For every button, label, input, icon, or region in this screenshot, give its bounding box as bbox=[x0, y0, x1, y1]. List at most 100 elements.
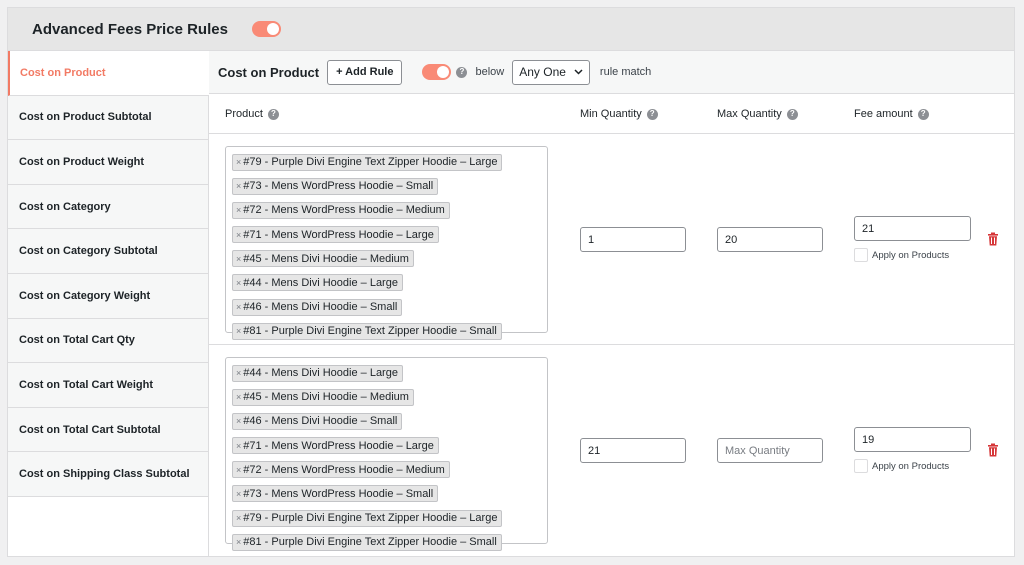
column-label: Fee amount bbox=[854, 108, 913, 120]
fee-amount-input[interactable]: 21 bbox=[854, 216, 971, 241]
product-tag[interactable]: × #71 - Mens WordPress Hoodie – Large bbox=[232, 226, 439, 244]
sidebar-item-label: Cost on Category Subtotal bbox=[19, 245, 158, 258]
rules-main: Cost on Product + Add Rule ? below Any O… bbox=[209, 51, 1014, 556]
max-quantity-input[interactable]: Max Quantity bbox=[717, 438, 823, 463]
sidebar-filler bbox=[8, 497, 209, 556]
page-title: Advanced Fees Price Rules bbox=[32, 20, 228, 38]
fee-amount-input[interactable]: 19 bbox=[854, 427, 971, 452]
product-tag-label: #81 - Purple Divi Engine Text Zipper Hoo… bbox=[243, 325, 497, 338]
sidebar-item-cost-on-total-cart-subtotal[interactable]: Cost on Total Cart Subtotal bbox=[8, 407, 209, 453]
sidebar-item-label: Cost on Product Weight bbox=[19, 155, 145, 168]
product-select[interactable]: × #44 - Mens Divi Hoodie – Large × #45 - M… bbox=[225, 357, 548, 551]
product-tag-label: #72 - Mens WordPress Hoodie – Medium bbox=[243, 204, 445, 217]
product-tag[interactable]: × #72 - Mens WordPress Hoodie – Medium bbox=[232, 201, 450, 219]
rule-match-toggle[interactable] bbox=[422, 64, 452, 80]
product-tag[interactable]: × #79 - Purple Divi Engine Text Zipper Ho… bbox=[232, 153, 503, 171]
remove-icon[interactable]: × bbox=[236, 392, 241, 402]
trash-icon[interactable] bbox=[986, 232, 1000, 246]
remove-icon[interactable]: × bbox=[236, 254, 241, 264]
column-min-qty: Min Quantity? bbox=[580, 108, 658, 120]
product-tag-label: #79 - Purple Divi Engine Text Zipper Hoo… bbox=[243, 512, 498, 525]
remove-icon[interactable]: × bbox=[236, 302, 241, 312]
sidebar-item-cost-on-shipping-class-subtotal[interactable]: Cost on Shipping Class Subtotal bbox=[8, 452, 209, 497]
rule-match-label: rule match bbox=[599, 66, 652, 78]
remove-icon[interactable]: × bbox=[236, 278, 241, 288]
product-tag[interactable]: × #45 - Mens Divi Hoodie – Medium bbox=[232, 250, 414, 268]
max-quantity-input[interactable]: 20 bbox=[717, 227, 823, 252]
product-tag-label: #81 - Purple Divi Engine Text Zipper Hoo… bbox=[243, 536, 497, 549]
checkbox[interactable] bbox=[854, 459, 868, 473]
product-tag-label: #45 - Mens Divi Hoodie – Medium bbox=[243, 391, 409, 404]
rule-match-select[interactable]: Any One bbox=[512, 59, 590, 85]
product-tag[interactable]: × #73 - Mens WordPress Hoodie – Small bbox=[232, 485, 439, 503]
remove-icon[interactable]: × bbox=[236, 441, 241, 451]
product-tag[interactable]: × #45 - Mens Divi Hoodie – Medium bbox=[232, 388, 414, 406]
sidebar-item-cost-on-product[interactable]: Cost on Product bbox=[8, 51, 209, 96]
column-fee: Fee amount? bbox=[854, 108, 929, 120]
product-tag[interactable]: × #46 - Mens Divi Hoodie – Small bbox=[232, 298, 403, 316]
help-icon[interactable]: ? bbox=[267, 108, 279, 120]
trash-icon[interactable] bbox=[986, 443, 1000, 457]
sidebar-item-cost-on-category[interactable]: Cost on Category bbox=[8, 184, 209, 230]
help-icon[interactable]: ? bbox=[456, 66, 468, 78]
product-tag-label: #73 - Mens WordPress Hoodie – Small bbox=[243, 180, 434, 193]
product-select[interactable]: × #79 - Purple Divi Engine Text Zipper Ho… bbox=[225, 146, 548, 340]
sidebar-item-cost-on-total-cart-qty[interactable]: Cost on Total Cart Qty bbox=[8, 318, 209, 364]
product-tag-label: #44 - Mens Divi Hoodie – Large bbox=[243, 367, 398, 379]
panel-header: Advanced Fees Price Rules bbox=[8, 8, 1014, 51]
column-label: Min Quantity bbox=[580, 108, 642, 120]
remove-icon[interactable]: × bbox=[236, 465, 241, 475]
remove-icon[interactable]: × bbox=[236, 537, 241, 547]
remove-icon[interactable]: × bbox=[236, 326, 241, 336]
remove-icon[interactable]: × bbox=[236, 205, 241, 215]
sidebar-item-cost-on-product-subtotal[interactable]: Cost on Product Subtotal bbox=[8, 95, 209, 141]
product-tag[interactable]: × #72 - Mens WordPress Hoodie – Medium bbox=[232, 461, 450, 479]
checkbox[interactable] bbox=[854, 248, 868, 262]
product-tag[interactable]: × #81 - Purple Divi Engine Text Zipper Ho… bbox=[232, 322, 502, 340]
rules-toolbar: Cost on Product + Add Rule ? below Any O… bbox=[209, 51, 1014, 94]
remove-icon[interactable]: × bbox=[236, 230, 241, 240]
below-label: below bbox=[475, 66, 505, 78]
column-max-qty: Max Quantity? bbox=[717, 108, 798, 120]
column-label: Product bbox=[225, 108, 263, 120]
product-tag[interactable]: × #73 - Mens WordPress Hoodie – Small bbox=[232, 177, 439, 195]
sidebar-item-cost-on-category-subtotal[interactable]: Cost on Category Subtotal bbox=[8, 229, 209, 274]
sidebar-item-cost-on-category-weight[interactable]: Cost on Category Weight bbox=[8, 273, 209, 319]
apply-on-products-checkbox[interactable]: Apply on Products bbox=[854, 459, 949, 473]
product-tag[interactable]: × #79 - Purple Divi Engine Text Zipper Ho… bbox=[232, 509, 503, 527]
remove-icon[interactable]: × bbox=[236, 181, 241, 191]
checkbox-label: Apply on Products bbox=[872, 460, 950, 472]
chevron-down-icon bbox=[574, 67, 583, 78]
sidebar-item-cost-on-product-weight[interactable]: Cost on Product Weight bbox=[8, 140, 209, 185]
enable-toggle[interactable] bbox=[251, 21, 281, 37]
product-tag[interactable]: × #44 - Mens Divi Hoodie – Large bbox=[232, 364, 403, 382]
product-tag-label: #73 - Mens WordPress Hoodie – Small bbox=[243, 487, 434, 500]
table-row: × #44 - Mens Divi Hoodie – Large × #45 - M… bbox=[209, 345, 1014, 556]
remove-icon[interactable]: × bbox=[236, 368, 241, 378]
add-rule-button[interactable]: + Add Rule bbox=[327, 59, 403, 85]
sidebar-item-label: Cost on Product Subtotal bbox=[19, 111, 152, 124]
product-tag-label: #45 - Mens Divi Hoodie – Medium bbox=[243, 252, 409, 265]
min-quantity-input[interactable]: 1 bbox=[580, 227, 686, 252]
sidebar-item-label: Cost on Product bbox=[20, 66, 106, 79]
help-icon[interactable]: ? bbox=[786, 108, 798, 120]
product-tag[interactable]: × #46 - Mens Divi Hoodie – Small bbox=[232, 412, 403, 430]
remove-icon[interactable]: × bbox=[236, 489, 241, 499]
product-tag[interactable]: × #71 - Mens WordPress Hoodie – Large bbox=[232, 437, 439, 455]
help-icon[interactable]: ? bbox=[646, 108, 658, 120]
product-tag-label: #44 - Mens Divi Hoodie – Large bbox=[243, 276, 398, 289]
remove-icon[interactable]: × bbox=[236, 416, 241, 426]
sidebar: Cost on Product Cost on Product Subtotal… bbox=[8, 51, 209, 556]
sidebar-item-cost-on-total-cart-weight[interactable]: Cost on Total Cart Weight bbox=[8, 363, 209, 408]
apply-on-products-checkbox[interactable]: Apply on Products bbox=[854, 248, 949, 262]
sidebar-item-label: Cost on Category bbox=[19, 200, 111, 213]
remove-icon[interactable]: × bbox=[236, 157, 241, 167]
column-label: Max Quantity bbox=[717, 108, 782, 120]
remove-icon[interactable]: × bbox=[236, 513, 241, 523]
rule-match-value: Any One bbox=[519, 65, 566, 79]
help-icon[interactable]: ? bbox=[917, 108, 929, 120]
min-quantity-input[interactable]: 21 bbox=[580, 438, 686, 463]
product-tag[interactable]: × #44 - Mens Divi Hoodie – Large bbox=[232, 274, 403, 292]
product-tag[interactable]: × #81 - Purple Divi Engine Text Zipper Ho… bbox=[232, 533, 502, 551]
sidebar-item-label: Cost on Total Cart Subtotal bbox=[19, 423, 161, 436]
